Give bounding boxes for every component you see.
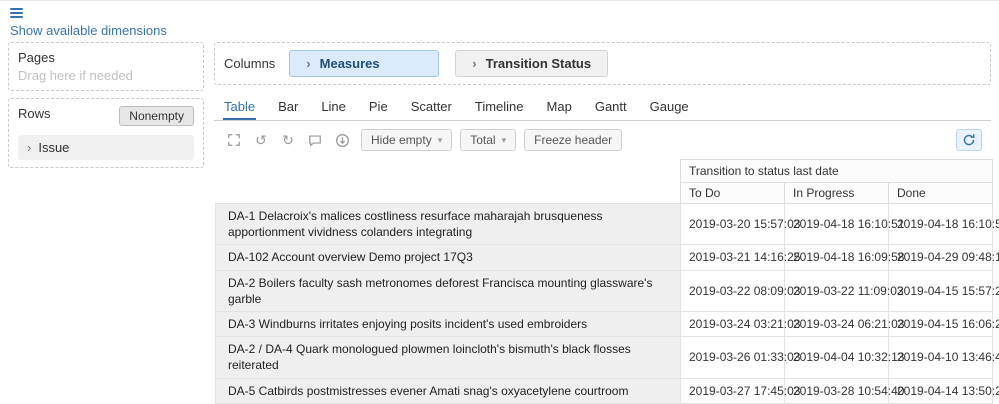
show-available-dimensions-link[interactable]: Show available dimensions <box>10 23 167 38</box>
table-row: DA-5 Catbirds postmistresses evener Amat… <box>215 377 999 404</box>
tab-timeline[interactable]: Timeline <box>474 94 525 120</box>
date-value-cell[interactable]: 2019-04-18 16:10:57 <box>888 202 999 246</box>
issue-name-cell[interactable]: DA-3 Windburns irritates enjoying posits… <box>215 310 681 338</box>
date-value-cell[interactable]: 2019-04-15 16:06:21 <box>888 310 999 338</box>
issue-name-cell[interactable]: DA-102 Account overview Demo project 17Q… <box>215 244 681 271</box>
date-value-cell[interactable]: 2019-04-18 16:10:51 <box>784 202 904 246</box>
chevron-down-icon: ▾ <box>501 134 507 145</box>
date-value-cell[interactable]: 2019-03-22 11:09:03 <box>784 269 904 312</box>
tab-scatter[interactable]: Scatter <box>410 94 453 120</box>
measure-group-header: Transition to status last date <box>680 159 993 183</box>
report-builder: Show available dimensions Pages Drag her… <box>0 0 999 404</box>
table-row: DA-2 / DA-4 Quark monologued plowmen loi… <box>215 336 999 379</box>
tab-table[interactable]: Table <box>223 94 257 120</box>
table-row: DA-2 Boilers faculty sash metronomes def… <box>215 269 999 312</box>
date-value-cell[interactable]: 2019-03-22 08:09:03 <box>680 269 800 312</box>
date-value-cell[interactable]: 2019-04-10 13:46:44 <box>888 336 999 379</box>
maximize-icon[interactable] <box>223 130 245 150</box>
date-value-cell[interactable]: 2019-03-20 15:57:03 <box>680 202 800 246</box>
columns-chip-transition-status[interactable]: › Transition Status <box>455 50 609 77</box>
chevron-down-icon: ▾ <box>437 134 443 145</box>
date-value-cell[interactable]: 2019-04-18 16:09:58 <box>784 244 904 271</box>
date-value-cell[interactable]: 2019-03-27 17:45:03 <box>680 377 800 404</box>
issue-name-cell[interactable]: DA-2 / DA-4 Quark monologued plowmen loi… <box>215 336 681 379</box>
top-bar: Show available dimensions <box>0 1 999 42</box>
refresh-icon[interactable] <box>956 129 982 151</box>
chip-label: Measures <box>319 56 380 71</box>
table-row: DA-3 Windburns irritates enjoying posits… <box>215 310 999 338</box>
columns-chip-measures[interactable]: › Measures <box>289 50 440 77</box>
table-corner <box>216 160 681 183</box>
chevron-right-icon: › <box>27 140 32 155</box>
column-header-to-do[interactable]: To Do <box>680 182 785 204</box>
tab-bar[interactable]: Bar <box>277 94 299 120</box>
freeze-header-button[interactable]: Freeze header <box>524 129 623 151</box>
rows-item-label: Issue <box>38 140 70 155</box>
undo-icon[interactable]: ↺ <box>250 130 272 150</box>
pivot-table-container: Transition to status last date To Do In P… <box>214 157 999 404</box>
comment-icon[interactable] <box>304 130 326 150</box>
column-header-done[interactable]: Done <box>888 182 993 204</box>
issue-name-cell[interactable]: DA-1 Delacroix's malices costliness resu… <box>215 202 681 246</box>
tab-map[interactable]: Map <box>546 94 573 120</box>
issue-name-cell[interactable]: DA-2 Boilers faculty sash metronomes def… <box>215 269 681 312</box>
table-corner <box>216 183 681 204</box>
rows-title: Rows <box>18 106 51 121</box>
pages-title: Pages <box>18 50 55 65</box>
date-value-cell[interactable]: 2019-04-14 13:50:20 <box>888 377 999 404</box>
chip-label: Transition Status <box>485 56 592 71</box>
chart-type-tabs: Table Bar Line Pie Scatter Timeline Map Gantt Ga… <box>214 94 991 121</box>
rows-dimension-list: › Issue <box>18 135 194 160</box>
date-value-cell[interactable]: 2019-03-24 03:21:03 <box>680 310 800 338</box>
nonempty-button[interactable]: Nonempty <box>119 106 194 126</box>
date-value-cell[interactable]: 2019-03-26 01:33:03 <box>680 336 800 379</box>
columns-title: Columns <box>224 56 276 71</box>
rows-panel: Rows Nonempty › Issue <box>8 98 204 168</box>
columns-chip-list: › Measures › Transition Status <box>289 50 609 77</box>
tab-gauge[interactable]: Gauge <box>649 94 690 120</box>
hide-empty-dropdown[interactable]: Hide empty ▾ <box>361 129 453 151</box>
date-value-cell[interactable]: 2019-03-24 06:21:03 <box>784 310 904 338</box>
redo-icon[interactable]: ↻ <box>277 130 299 150</box>
rows-item-issue[interactable]: › Issue <box>18 135 194 160</box>
export-icon[interactable] <box>331 130 353 150</box>
date-value-cell[interactable]: 2019-03-28 10:54:40 <box>784 377 904 404</box>
total-dropdown[interactable]: Total ▾ <box>460 129 517 151</box>
menu-icon[interactable] <box>10 8 23 18</box>
columns-panel: Columns › Measures › Transition Status <box>214 42 991 85</box>
chevron-right-icon: › <box>472 56 477 71</box>
date-value-cell[interactable]: 2019-04-04 10:32:13 <box>784 336 904 379</box>
pages-panel: Pages Drag here if needed <box>8 42 204 91</box>
table-row: DA-1 Delacroix's malices costliness resu… <box>215 202 999 246</box>
pivot-table: Transition to status last date To Do In P… <box>215 159 999 404</box>
tab-gantt[interactable]: Gantt <box>594 94 628 120</box>
tab-pie[interactable]: Pie <box>368 94 389 120</box>
pages-drop-placeholder: Drag here if needed <box>18 68 133 83</box>
column-header-in-progress[interactable]: In Progress <box>784 182 889 204</box>
table-toolbar: ↺ ↻ Hide empty ▾ Total ▾ Freeze header <box>214 121 991 157</box>
date-value-cell[interactable]: 2019-03-21 14:16:25 <box>680 244 800 271</box>
date-value-cell[interactable]: 2019-04-29 09:48:13 <box>888 244 999 271</box>
chevron-right-icon: › <box>306 56 311 71</box>
tab-line[interactable]: Line <box>320 94 347 120</box>
table-row: DA-102 Account overview Demo project 17Q… <box>215 244 999 271</box>
issue-name-cell[interactable]: DA-5 Catbirds postmistresses evener Amat… <box>215 377 681 404</box>
date-value-cell[interactable]: 2019-04-15 15:57:29 <box>888 269 999 312</box>
